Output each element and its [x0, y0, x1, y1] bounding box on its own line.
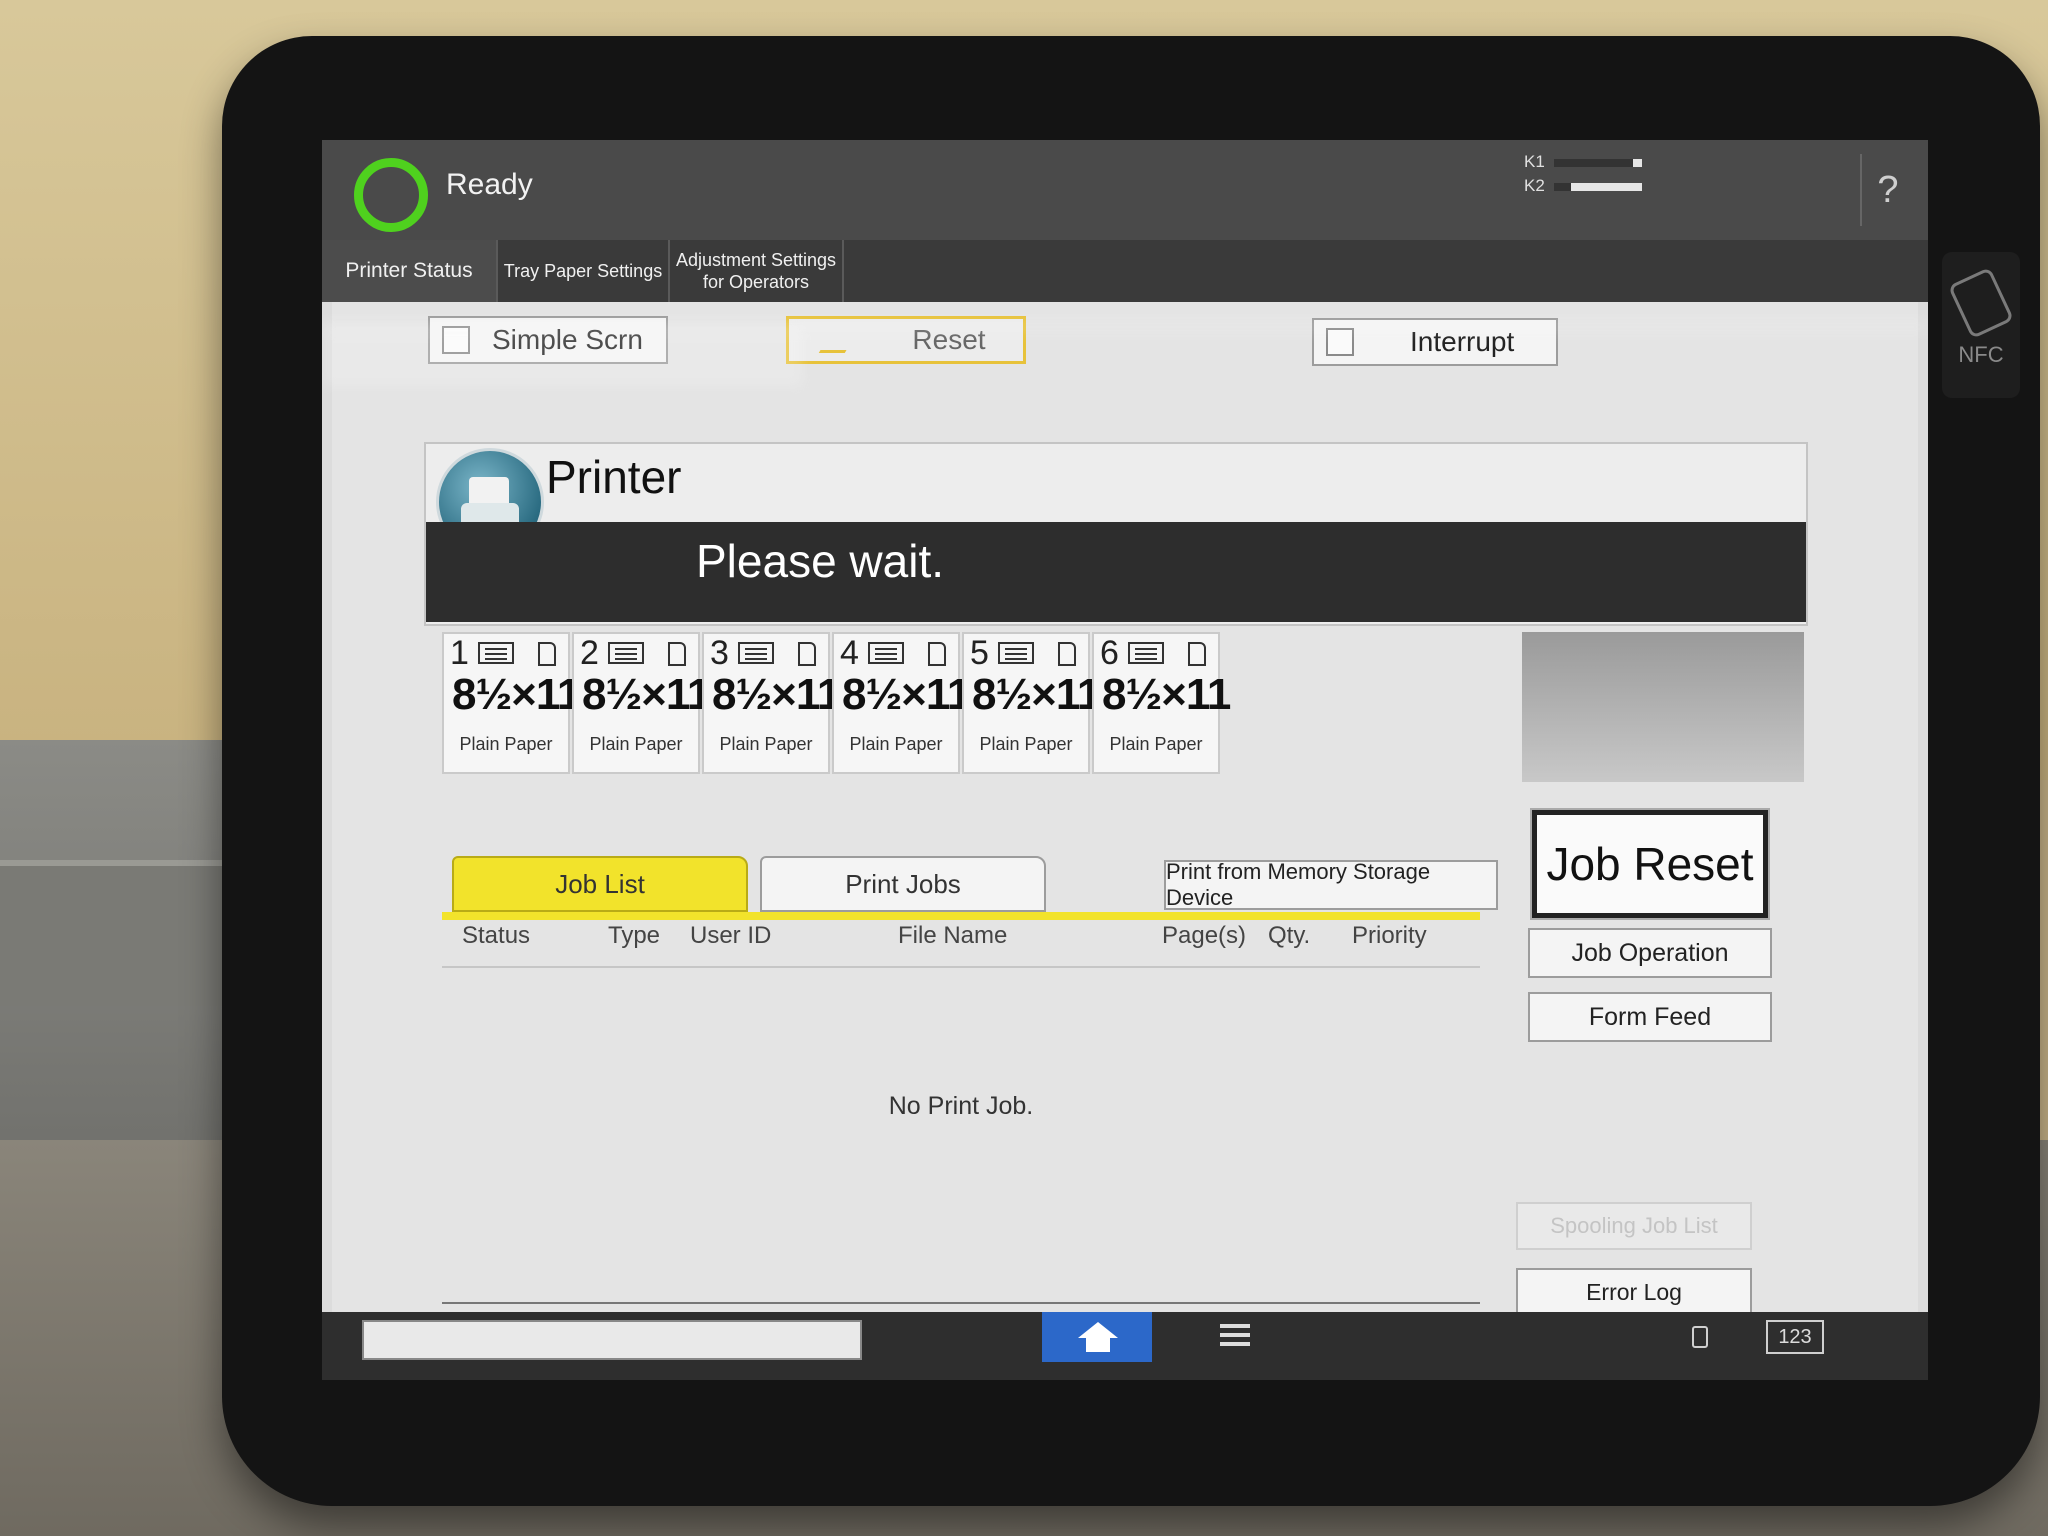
home-icon — [1078, 1322, 1118, 1352]
status-message: Please wait. — [696, 535, 945, 587]
screen-glare — [322, 326, 802, 386]
input-mode-button[interactable]: 123 — [1766, 1320, 1824, 1354]
printer-header-panel: Printer Please wait. — [424, 442, 1808, 626]
tab-print-jobs[interactable]: Print Jobs — [760, 856, 1046, 912]
tab-printer-status[interactable]: Printer Status — [322, 240, 498, 302]
paper-sheet-icon — [928, 642, 946, 666]
tray-number: 3 — [710, 634, 729, 672]
system-message-field — [362, 1320, 862, 1360]
tray-number: 5 — [970, 634, 989, 672]
paper-size: 8½×11 — [712, 670, 841, 719]
paper-size: 8½×11 — [452, 670, 581, 719]
toner-fill — [1571, 182, 1642, 191]
column-file-name: File Name — [898, 922, 1008, 949]
paper-tray-2[interactable]: 2 8½×11 Plain Paper — [572, 632, 711, 774]
memory-icon — [1692, 1326, 1708, 1348]
tray-number: 6 — [1100, 634, 1119, 672]
printer-main-area: Simple Scrn Reset Interrupt Printer Plea… — [332, 302, 1918, 1316]
paper-stack-icon — [868, 642, 904, 664]
ready-status-icon — [354, 158, 428, 232]
paper-size: 8½×11 — [972, 670, 1101, 719]
toner-gauge — [1553, 182, 1642, 191]
page-title: Printer — [546, 451, 682, 503]
status-text: Ready — [446, 168, 533, 201]
table-header-divider — [442, 966, 1480, 968]
menu-icon[interactable] — [1220, 1324, 1250, 1328]
message-bar: Please wait. — [426, 522, 1806, 622]
form-feed-button[interactable]: Form Feed — [1528, 992, 1772, 1042]
paper-type: Plain Paper — [719, 734, 813, 754]
paper-stack-icon — [1128, 642, 1164, 664]
column-pages: Page(s) — [1162, 922, 1247, 949]
paper-type: Plain Paper — [1109, 734, 1203, 754]
error-log-button[interactable]: Error Log — [1516, 1268, 1752, 1316]
toner-label: K2 — [1524, 176, 1545, 195]
tray-number: 1 — [450, 634, 469, 672]
nfc-icon — [1947, 266, 2015, 340]
paper-size: 8½×11 — [582, 670, 711, 719]
tab-job-list[interactable]: Job List — [452, 856, 748, 912]
paper-stack-icon — [738, 642, 774, 664]
status-bar: Ready K1 K2 ? — [322, 140, 1928, 240]
paper-tray-1[interactable]: 1 8½×11 Plain Paper — [442, 632, 581, 774]
paper-tray-6[interactable]: 6 8½×11 Plain Paper — [1092, 632, 1231, 774]
nfc-reader[interactable]: NFC — [1942, 252, 2020, 398]
column-status: Status — [462, 922, 531, 949]
paper-size: 8½×11 — [1102, 670, 1231, 719]
paper-tray-5[interactable]: 5 8½×11 Plain Paper — [962, 632, 1101, 774]
paper-stack-icon — [608, 642, 644, 664]
job-operation-button[interactable]: Job Operation — [1528, 928, 1772, 978]
column-priority: Priority — [1352, 922, 1427, 949]
toner-k1: K1 — [1524, 150, 1642, 174]
paper-sheet-icon — [538, 642, 556, 666]
paper-size: 8½×11 — [842, 670, 971, 719]
toner-label: K1 — [1524, 152, 1545, 171]
paper-type: Plain Paper — [459, 734, 553, 754]
side-panel-backdrop — [1522, 632, 1804, 782]
paper-trays: 1 8½×11 Plain Paper 2 8½×11 Plain Paper … — [442, 632, 1231, 774]
help-button[interactable]: ? — [1860, 154, 1914, 226]
job-list-bottom-border — [442, 1302, 1480, 1304]
tray-number: 4 — [840, 634, 859, 672]
control-panel-screen: Ready K1 K2 ? Printer Status Tray Paper … — [322, 140, 1928, 1380]
paper-sheet-icon — [1058, 642, 1076, 666]
column-type: Type — [608, 922, 661, 949]
paper-type: Plain Paper — [849, 734, 943, 754]
paper-stack-icon — [478, 642, 514, 664]
job-reset-button[interactable]: Job Reset — [1530, 808, 1770, 920]
paper-type: Plain Paper — [589, 734, 683, 754]
job-list-tab-underline — [442, 912, 1480, 920]
paper-sheet-icon — [798, 642, 816, 666]
paper-sheet-icon — [668, 642, 686, 666]
paper-type: Plain Paper — [979, 734, 1073, 754]
paper-tray-3[interactable]: 3 8½×11 Plain Paper — [702, 632, 841, 774]
paper-tray-4[interactable]: 4 8½×11 Plain Paper — [832, 632, 971, 774]
empty-job-list-message: No Print Job. — [888, 1092, 1034, 1120]
home-button[interactable] — [1042, 1312, 1152, 1362]
tab-adjustment-settings[interactable]: Adjustment Settings for Operators — [670, 240, 844, 302]
nfc-label: NFC — [1958, 342, 2004, 367]
column-qty: Qty. — [1268, 922, 1311, 949]
toner-fill — [1632, 158, 1642, 167]
toner-levels: K1 K2 — [1524, 150, 1642, 198]
toner-gauge — [1553, 158, 1642, 167]
tray-number: 2 — [580, 634, 599, 672]
paper-sheet-icon — [1188, 642, 1206, 666]
function-tabs: Printer Status Tray Paper Settings Adjus… — [322, 240, 1928, 302]
bottom-status-bar: 123 — [322, 1312, 1928, 1380]
toner-k2: K2 — [1524, 174, 1642, 198]
spooling-job-list-button[interactable]: Spooling Job List — [1516, 1202, 1752, 1250]
print-from-memory-button[interactable]: Print from Memory Storage Device — [1164, 859, 1498, 910]
tab-tray-paper-settings[interactable]: Tray Paper Settings — [498, 240, 670, 302]
column-user-id: User ID — [690, 922, 772, 949]
paper-stack-icon — [998, 642, 1034, 664]
